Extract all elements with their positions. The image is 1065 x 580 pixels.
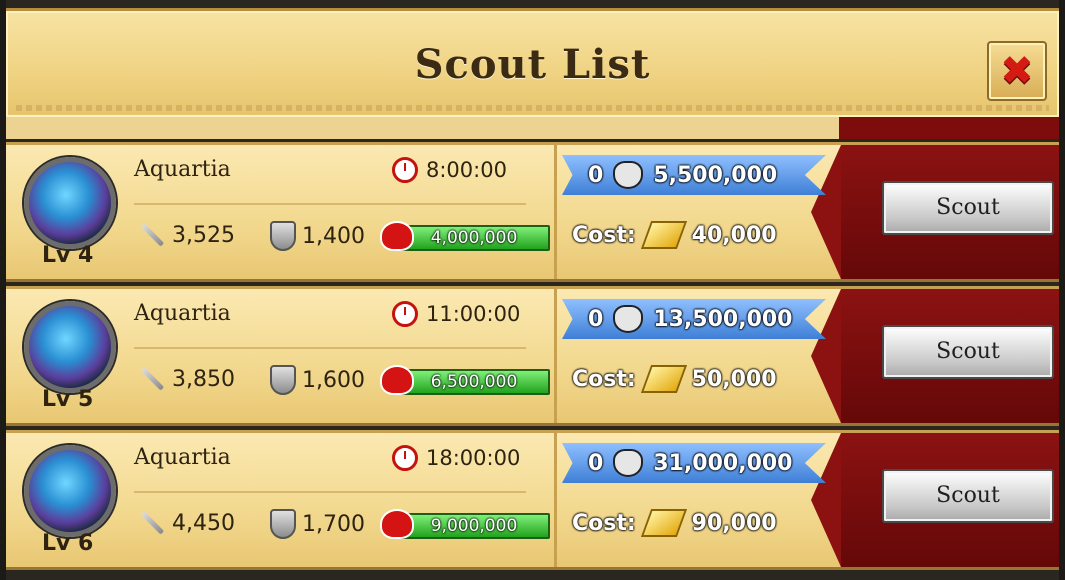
scout-row: Lv 4 Aquartia 8:00:00 3,525 1,400 4,000,… <box>6 142 1059 282</box>
level-label: Lv 5 <box>42 387 94 412</box>
monster-avatar <box>24 445 116 537</box>
page-title: Scout List <box>414 41 651 88</box>
cost-value: 90,000 <box>691 510 777 536</box>
hp-value: 4,000,000 <box>398 225 550 251</box>
defense-value: 1,400 <box>302 223 365 249</box>
gold-bar-icon <box>640 221 687 249</box>
reward-value: 5,500,000 <box>653 162 778 188</box>
cost-label: Cost: <box>572 222 636 248</box>
cost: Cost: 40,000 <box>572 221 777 249</box>
scout-button[interactable]: Scout <box>882 469 1054 523</box>
scout-row: Lv 5 Aquartia 11:00:00 3,850 1,600 6,500… <box>6 286 1059 426</box>
monster-avatar <box>24 301 116 393</box>
attack-stat: 3,850 <box>138 365 235 393</box>
level-label: Lv 4 <box>42 243 94 268</box>
timer-value: 11:00:00 <box>426 302 521 326</box>
clock-icon <box>392 301 418 327</box>
reward-count: 0 <box>588 162 604 188</box>
monster-avatar <box>24 157 116 249</box>
close-icon: ✖ <box>1000 48 1034 94</box>
sword-icon <box>138 509 166 537</box>
defense-value: 1,700 <box>302 511 365 537</box>
header-bar: Scout List ✖ <box>6 8 1059 120</box>
reward-count: 0 <box>588 450 604 476</box>
sword-icon <box>138 221 166 249</box>
clock-icon <box>392 445 418 471</box>
defense-stat: 1,400 <box>270 221 365 251</box>
scout-button[interactable]: Scout <box>882 181 1054 235</box>
heart-icon <box>380 221 414 251</box>
gold-bar-icon <box>640 365 687 393</box>
reward-banner: 0 5,500,000 <box>562 155 826 195</box>
shield-icon <box>270 365 296 395</box>
attack-value: 4,450 <box>172 510 235 536</box>
attack-value: 3,525 <box>172 222 235 248</box>
attack-stat: 3,525 <box>138 221 235 249</box>
cost-label: Cost: <box>572 510 636 536</box>
gold-bar-icon <box>640 509 687 537</box>
shield-icon <box>270 509 296 539</box>
partial-row-above <box>6 117 1059 139</box>
monster-name: Aquartia <box>134 157 231 182</box>
defense-stat: 1,600 <box>270 365 365 395</box>
scout-row: Lv 6 Aquartia 18:00:00 4,450 1,700 9,000… <box>6 430 1059 570</box>
monster-name: Aquartia <box>134 445 231 470</box>
defense-value: 1,600 <box>302 367 365 393</box>
timer-value: 8:00:00 <box>426 158 507 182</box>
scout-list-window: Scout List ✖ Lv 4 Aquartia 8:00:00 3,525… <box>6 0 1059 580</box>
cost-value: 40,000 <box>691 222 777 248</box>
scout-button[interactable]: Scout <box>882 325 1054 379</box>
reward-count: 0 <box>588 306 604 332</box>
close-button[interactable]: ✖ <box>987 41 1047 101</box>
reward-value: 13,500,000 <box>653 306 793 332</box>
attack-value: 3,850 <box>172 366 235 392</box>
hp-value: 9,000,000 <box>398 513 550 539</box>
scout-timer: 11:00:00 <box>392 301 520 327</box>
reward-value: 31,000,000 <box>653 450 793 476</box>
attack-stat: 4,450 <box>138 509 235 537</box>
hp-value: 6,500,000 <box>398 369 550 395</box>
hp-bar: 6,500,000 <box>380 365 550 395</box>
hp-bar: 9,000,000 <box>380 509 550 539</box>
scout-timer: 8:00:00 <box>392 157 507 183</box>
cost-value: 50,000 <box>691 366 777 392</box>
sword-icon <box>138 365 166 393</box>
defense-stat: 1,700 <box>270 509 365 539</box>
monster-face-icon <box>613 161 644 189</box>
cost-label: Cost: <box>572 366 636 392</box>
clock-icon <box>392 157 418 183</box>
heart-icon <box>380 509 414 539</box>
reward-banner: 0 13,500,000 <box>562 299 826 339</box>
monster-face-icon <box>613 305 644 333</box>
hp-bar: 4,000,000 <box>380 221 550 251</box>
shield-icon <box>270 221 296 251</box>
monster-face-icon <box>613 449 644 477</box>
scout-timer: 18:00:00 <box>392 445 520 471</box>
reward-banner: 0 31,000,000 <box>562 443 826 483</box>
heart-icon <box>380 365 414 395</box>
cost: Cost: 50,000 <box>572 365 777 393</box>
timer-value: 18:00:00 <box>426 446 521 470</box>
cost: Cost: 90,000 <box>572 509 777 537</box>
monster-name: Aquartia <box>134 301 231 326</box>
level-label: Lv 6 <box>42 531 94 556</box>
